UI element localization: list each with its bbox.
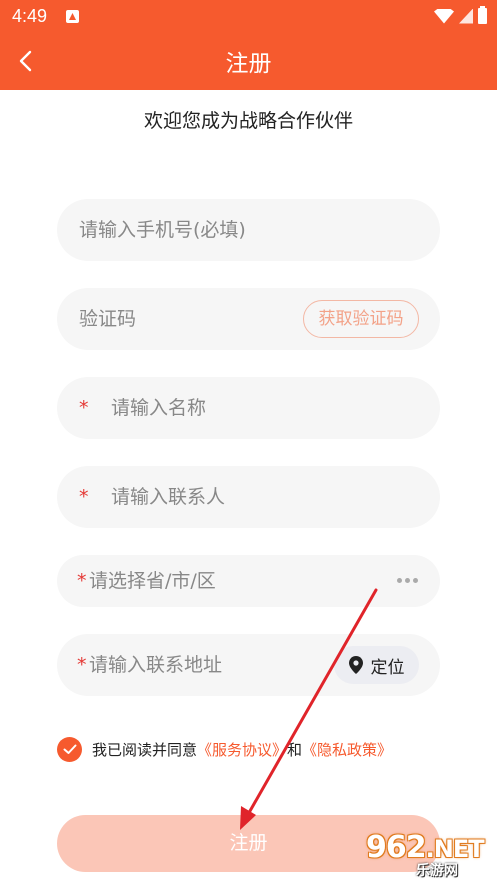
region-placeholder: 请选择省/市/区 <box>89 570 216 592</box>
status-bar: 4:49 <box>0 0 497 33</box>
locate-label: 定位 <box>370 657 405 678</box>
site-watermark: 962.NET 乐游网 <box>360 828 494 879</box>
service-agreement-link[interactable]: 《服务协议》 <box>197 739 287 760</box>
phone-input[interactable]: 请输入手机号(必填) <box>57 199 440 261</box>
wifi-icon <box>434 8 454 24</box>
status-icons <box>434 6 487 24</box>
agree-checkbox-checked-icon[interactable] <box>57 736 82 762</box>
code-placeholder: 验证码 <box>79 308 137 330</box>
contact-placeholder: 请输入联系人 <box>111 486 226 508</box>
privacy-policy-link[interactable]: 《隐私政策》 <box>302 739 392 760</box>
locate-button[interactable]: 定位 <box>334 646 419 684</box>
required-mark: * <box>77 654 87 676</box>
location-pin-icon <box>348 656 363 674</box>
name-placeholder: 请输入名称 <box>111 397 207 419</box>
region-select[interactable]: * 请选择省/市/区 <box>57 555 440 607</box>
battery-icon <box>478 6 487 24</box>
welcome-text: 欢迎您成为战略合作伙伴 <box>143 110 353 132</box>
required-mark: * <box>77 570 87 592</box>
code-input[interactable]: 验证码 获取验证码 <box>57 288 440 350</box>
page-title: 注册 <box>225 51 272 77</box>
required-mark: * <box>79 486 89 508</box>
name-input[interactable]: * 请输入名称 <box>57 377 440 439</box>
signal-icon <box>459 8 473 24</box>
app-header: 4:49 注册 <box>0 0 497 90</box>
required-mark: * <box>79 397 89 419</box>
agreement-row: 我已阅读并同意 《服务协议》 和 《隐私政策》 <box>57 736 392 762</box>
agreement-and: 和 <box>287 740 303 759</box>
status-time: 4:49 <box>12 6 48 26</box>
more-dots-icon[interactable] <box>397 578 418 583</box>
address-placeholder: 请输入联系地址 <box>89 654 223 676</box>
agreement-prefix: 我已阅读并同意 <box>92 740 198 759</box>
contact-input[interactable]: * 请输入联系人 <box>57 466 440 528</box>
watermark-subtitle: 乐游网 <box>416 863 458 879</box>
address-input[interactable]: * 请输入联系地址 定位 <box>57 634 440 696</box>
get-code-button[interactable]: 获取验证码 <box>303 300 419 338</box>
notification-app-icon <box>66 10 79 23</box>
phone-placeholder: 请输入手机号(必填) <box>79 219 246 241</box>
